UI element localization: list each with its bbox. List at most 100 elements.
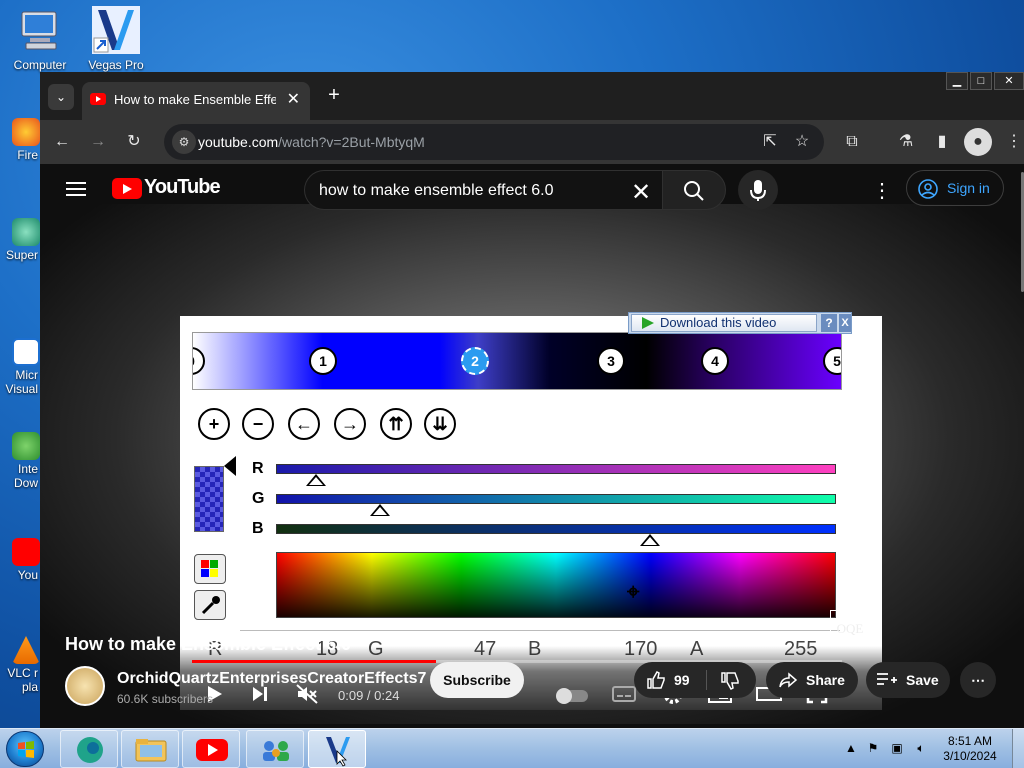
browser-menu-icon[interactable]: ⋮ — [1002, 130, 1024, 154]
taskbar-vegas-pro[interactable] — [308, 730, 366, 768]
close-window-button[interactable]: ✕ — [994, 72, 1024, 90]
computer-icon — [16, 6, 64, 54]
vegas-pro-taskbar-icon — [326, 737, 350, 767]
clock-time: 8:51 AM — [947, 734, 993, 748]
action-center-flag-icon[interactable]: ⚑ — [866, 741, 880, 755]
firefox-icon — [12, 118, 40, 146]
vegas-pro-icon — [92, 6, 140, 54]
swatch-pointer-icon — [224, 456, 236, 476]
system-clock[interactable]: 8:51 AM 3/10/2024 — [940, 734, 1000, 764]
sign-in-button[interactable]: Sign in — [906, 170, 1004, 206]
youtube-favicon-icon — [90, 93, 106, 105]
reload-button[interactable]: ↻ — [122, 130, 146, 154]
new-tab-button[interactable]: + — [324, 84, 344, 107]
browser-window: ⌄ How to make Ensemble Effect ✕ + ▁ □ ✕ … — [40, 72, 1024, 728]
youtube-page: YouTube ✕ ⋮ Sign in — [40, 164, 1024, 728]
hamburger-menu-icon[interactable] — [66, 182, 86, 196]
taskbar-explorer[interactable] — [121, 730, 179, 768]
tab-title: How to make Ensemble Effect — [114, 92, 276, 107]
people-network-icon — [263, 741, 289, 761]
desktop-icon-vlc[interactable]: VLC r pla — [0, 636, 40, 694]
youtube-icon — [12, 538, 40, 566]
share-button[interactable]: Share — [766, 662, 858, 698]
download-video-button[interactable]: Download this video — [631, 314, 817, 332]
channel-watermark[interactable]: OQE — [830, 610, 870, 648]
search-input[interactable] — [319, 182, 619, 200]
open-in-app-icon[interactable]: ⇱ — [758, 130, 782, 154]
dislike-button[interactable] — [708, 662, 756, 698]
show-hidden-icons[interactable]: ▲ — [844, 741, 858, 755]
visual-studio-icon — [12, 338, 40, 366]
share-icon — [779, 672, 798, 688]
color-swatch — [194, 466, 224, 532]
side-panel-icon[interactable]: ▮ — [930, 130, 954, 154]
download-close-button[interactable]: X — [839, 314, 851, 332]
youtube-app-icon — [196, 739, 228, 761]
tab-close-button[interactable]: ✕ — [287, 89, 300, 109]
labs-flask-icon[interactable]: ⚗ — [894, 130, 918, 154]
search-box: ✕ — [304, 170, 662, 210]
address-bar[interactable]: ⚙ youtube.com/watch?v=2But-MbtyqM ⇱ ☆ — [164, 124, 824, 160]
more-actions-button[interactable]: ⋯ — [960, 662, 996, 698]
taskbar-edge[interactable] — [60, 730, 118, 768]
desktop-icon-visual-studio[interactable]: Micr Visual — [0, 338, 40, 396]
desktop-icon-label: Super — [5, 248, 38, 262]
blue-slider — [276, 524, 836, 534]
save-label: Save — [906, 672, 939, 688]
channel-name[interactable]: OrchidQuartzEnterprisesCreatorEffects7 — [117, 670, 426, 688]
green-slider — [276, 494, 836, 504]
like-divider — [706, 670, 707, 690]
divider — [240, 630, 840, 631]
desktop-icon-vegas-pro[interactable]: Vegas Pro — [76, 6, 156, 72]
playlist-add-icon — [877, 673, 897, 685]
bookmark-star-icon[interactable]: ☆ — [790, 130, 814, 154]
progress-fill — [192, 660, 436, 663]
extensions-icon[interactable]: ⧉ — [840, 130, 864, 154]
search-button[interactable] — [662, 170, 726, 210]
spread-up-icon: ⇈ — [380, 408, 412, 440]
desktop-icon-internet-download[interactable]: Inte Dow — [0, 432, 40, 490]
profile-avatar-icon[interactable]: ● — [964, 128, 992, 156]
like-button[interactable]: 99 — [634, 662, 706, 698]
taskbar-network-app[interactable] — [246, 730, 304, 768]
desktop-icon-firefox[interactable]: Fire — [0, 118, 40, 162]
download-help-button[interactable]: ? — [821, 314, 837, 332]
remove-stop-icon: − — [242, 408, 274, 440]
start-button[interactable] — [6, 731, 44, 767]
forward-button[interactable]: → — [86, 130, 110, 154]
subscriber-count: 60.6K subscribers — [117, 692, 214, 706]
minimize-button[interactable]: ▁ — [946, 72, 968, 90]
subscribe-button[interactable]: Subscribe — [430, 662, 524, 698]
desktop-icon-label: pla — [21, 680, 38, 694]
desktop-icon-youtube[interactable]: You — [0, 538, 40, 582]
youtube-wordmark[interactable]: YouTube — [144, 176, 221, 199]
volume-muted-tray-icon[interactable]: 🔈︎ — [914, 741, 928, 755]
back-button[interactable]: ← — [50, 130, 74, 154]
channel-avatar[interactable] — [65, 666, 105, 706]
taskbar-youtube[interactable] — [182, 730, 240, 768]
settings-more-icon[interactable]: ⋮ — [872, 178, 892, 203]
desktop-icon-label: Vegas Pro — [88, 58, 144, 72]
desktop-icon-computer[interactable]: Computer — [0, 6, 80, 72]
voice-search-button[interactable] — [738, 170, 778, 210]
captions-button[interactable] — [612, 684, 636, 709]
maximize-button[interactable]: □ — [970, 72, 992, 90]
browser-tab[interactable]: How to make Ensemble Effect ✕ — [82, 82, 310, 120]
microphone-icon — [750, 180, 766, 201]
move-right-icon: → — [334, 408, 366, 440]
add-stop-icon: + — [198, 408, 230, 440]
gradient-stop: 4 — [701, 347, 729, 375]
clear-search-icon[interactable]: ✕ — [631, 178, 651, 207]
site-info-icon[interactable]: ⚙ — [172, 130, 196, 154]
desktop-icon-label: Fire — [17, 148, 38, 162]
youtube-logo-icon[interactable] — [112, 178, 142, 199]
arrow-right-icon: → — [90, 133, 106, 150]
green-slider-thumb — [370, 504, 390, 516]
save-button[interactable]: Save — [866, 662, 950, 698]
autoplay-toggle[interactable] — [556, 688, 588, 704]
desktop-icon-label: Inte — [17, 462, 38, 476]
desktop-icon-super[interactable]: Super — [0, 218, 40, 262]
show-desktop-button[interactable] — [1012, 729, 1024, 768]
tab-search-button[interactable]: ⌄ — [48, 84, 74, 110]
network-icon[interactable]: ▣ — [890, 741, 904, 755]
